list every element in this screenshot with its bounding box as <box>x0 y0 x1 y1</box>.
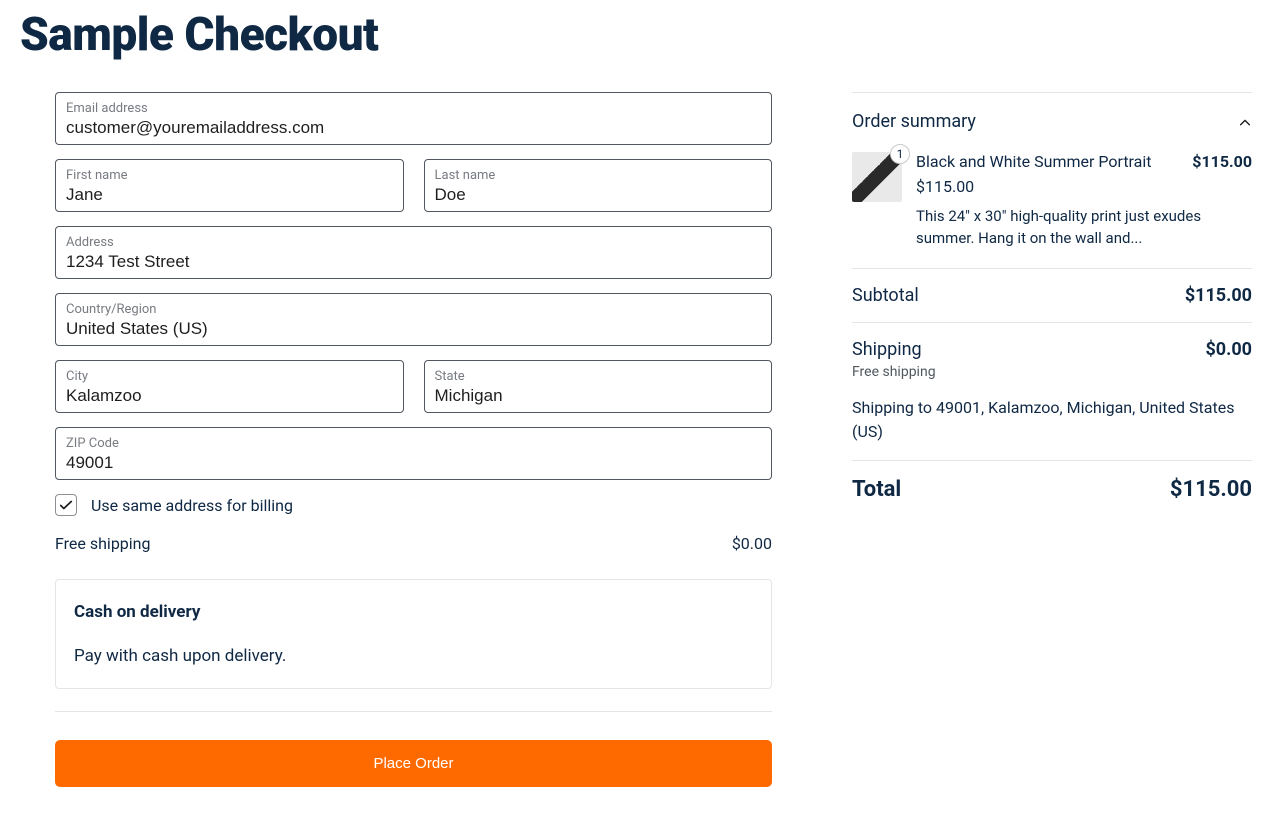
shipping-to-text: Shipping to 49001, Kalamzoo, Michigan, U… <box>852 396 1252 444</box>
address-label: Address <box>66 235 761 250</box>
state-field[interactable] <box>435 386 762 406</box>
first-name-label: First name <box>66 168 393 183</box>
payment-method-box: Cash on delivery Pay with cash upon deli… <box>55 579 772 689</box>
city-field[interactable] <box>66 386 393 406</box>
summary-header[interactable]: Order summary <box>852 111 1252 132</box>
last-name-field-wrap[interactable]: Last name <box>424 159 773 212</box>
total-label: Total <box>852 477 901 502</box>
state-label: State <box>435 369 762 384</box>
chevron-up-icon[interactable] <box>1238 115 1252 129</box>
country-field[interactable] <box>66 319 761 339</box>
payment-method-title: Cash on delivery <box>74 602 753 622</box>
shipping-row: Shipping $0.00 <box>852 339 1252 360</box>
product-name: Black and White Summer Portrait <box>916 152 1152 171</box>
summary-divider-3 <box>852 460 1252 461</box>
shipping-option-row: Free shipping $0.00 <box>55 534 772 553</box>
line-total: $115.00 <box>1192 152 1252 171</box>
unit-price: $115.00 <box>916 177 1252 196</box>
payment-method-desc: Pay with cash upon delivery. <box>74 646 753 666</box>
shipping-amount: $0.00 <box>1205 339 1252 360</box>
subtotal-row: Subtotal $115.00 <box>852 285 1252 306</box>
last-name-field[interactable] <box>435 185 762 205</box>
address-field-wrap[interactable]: Address <box>55 226 772 279</box>
country-label: Country/Region <box>66 302 761 317</box>
last-name-label: Last name <box>435 168 762 183</box>
first-name-field[interactable] <box>66 185 393 205</box>
city-field-wrap[interactable]: City <box>55 360 404 413</box>
total-row: Total $115.00 <box>852 477 1252 502</box>
summary-top-divider <box>852 92 1252 93</box>
page-title: Sample Checkout <box>20 8 1252 62</box>
order-line-item: 1 Black and White Summer Portrait $115.0… <box>852 152 1252 250</box>
summary-divider-1 <box>852 268 1252 269</box>
email-field-wrap[interactable]: Email address <box>55 92 772 145</box>
state-field-wrap[interactable]: State <box>424 360 773 413</box>
summary-title: Order summary <box>852 111 976 132</box>
address-field[interactable] <box>66 252 761 272</box>
zip-field[interactable] <box>66 453 761 473</box>
email-label: Email address <box>66 101 761 116</box>
shipping-sub: Free shipping <box>852 364 1252 380</box>
subtotal-amount: $115.00 <box>1185 285 1252 306</box>
shipping-label: Shipping <box>852 339 922 360</box>
check-icon <box>59 498 73 512</box>
same-billing-label: Use same address for billing <box>91 496 293 515</box>
place-order-button[interactable]: Place Order <box>55 740 772 787</box>
shipping-option-name: Free shipping <box>55 534 151 553</box>
subtotal-label: Subtotal <box>852 285 919 306</box>
form-divider <box>55 711 772 712</box>
total-amount: $115.00 <box>1170 477 1252 502</box>
qty-badge: 1 <box>890 144 910 164</box>
product-description: This 24" x 30" high-quality print just e… <box>916 206 1252 250</box>
same-billing-checkbox[interactable] <box>55 494 77 516</box>
zip-label: ZIP Code <box>66 436 761 451</box>
shipping-option-price: $0.00 <box>732 534 772 553</box>
email-field[interactable] <box>66 118 761 138</box>
order-summary: Order summary 1 Black and White Summer P… <box>852 92 1252 502</box>
country-field-wrap[interactable]: Country/Region <box>55 293 772 346</box>
summary-divider-2 <box>852 322 1252 323</box>
zip-field-wrap[interactable]: ZIP Code <box>55 427 772 480</box>
checkout-form: Email address First name Last name Addre… <box>20 92 772 787</box>
first-name-field-wrap[interactable]: First name <box>55 159 404 212</box>
city-label: City <box>66 369 393 384</box>
